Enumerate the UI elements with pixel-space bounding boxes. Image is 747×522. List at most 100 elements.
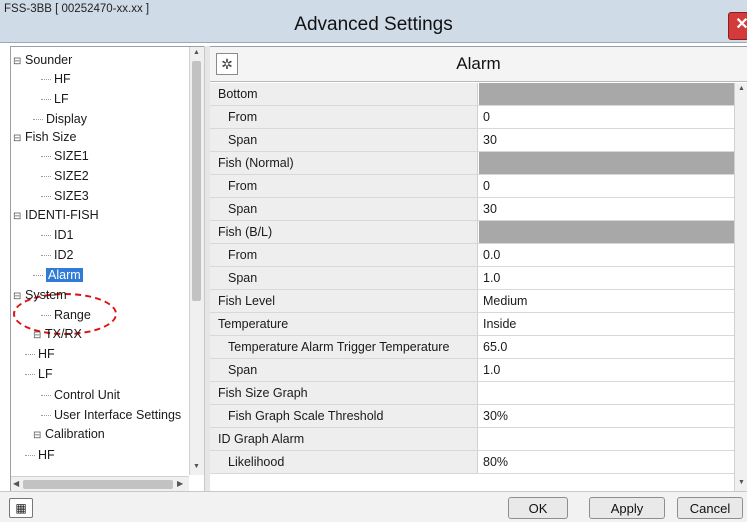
property-value[interactable]: 1.0	[479, 267, 747, 289]
property-value[interactable]: Medium	[479, 290, 747, 312]
tree-item[interactable]: ⊟ IDENTI-FISH	[13, 205, 99, 225]
tree-hscroll-thumb[interactable]	[23, 480, 173, 489]
property-row: Span 30	[210, 198, 747, 221]
property-value[interactable]: Inside	[479, 313, 747, 335]
property-label: Span	[210, 129, 478, 151]
property-label: Fish Size Graph	[210, 382, 478, 404]
settings-icon[interactable]: ✲	[216, 53, 238, 75]
property-value[interactable]: 30%	[479, 405, 747, 427]
tree-item-label: LF	[54, 92, 69, 106]
scroll-up-icon[interactable]: ▲	[193, 49, 200, 56]
property-value[interactable]: 80%	[479, 451, 747, 473]
cancel-button[interactable]: Cancel	[677, 497, 743, 519]
property-row: From 0	[210, 175, 747, 198]
tree-item-label: Sounder	[25, 53, 73, 67]
property-value[interactable]: 30	[479, 129, 747, 151]
tree-item-label: HF	[38, 347, 55, 361]
property-label: Fish (B/L)	[210, 221, 478, 243]
tree-item-label: Alarm	[46, 268, 83, 282]
tree-item[interactable]: HF	[25, 344, 55, 364]
tree-connector	[41, 79, 51, 81]
collapse-toggle-icon[interactable]: ⊟	[33, 426, 43, 446]
tree-item-label: System	[25, 288, 67, 302]
tree-item[interactable]: ⊟ TX/RX	[33, 324, 82, 344]
tree-item[interactable]: ⊟ Fish Size	[13, 127, 76, 147]
tree-item[interactable]: ⊟ Calibration	[33, 424, 105, 444]
tree-item-label: Calibration	[45, 427, 105, 441]
tree-item[interactable]: LF	[25, 364, 53, 384]
panel-scroll-up-icon[interactable]: ▲	[738, 85, 745, 92]
property-label: Span	[210, 267, 478, 289]
property-row: Span 1.0	[210, 359, 747, 382]
property-row: ID Graph Alarm	[210, 428, 747, 451]
tree-item[interactable]: ⊟ System	[13, 285, 67, 305]
property-row: Span 30	[210, 129, 747, 152]
property-label: Temperature	[210, 313, 478, 335]
collapse-toggle-icon[interactable]: ⊟	[13, 207, 23, 227]
tree-connector	[41, 315, 51, 317]
tree-vertical-scrollbar[interactable]: ▲ ▼	[189, 47, 204, 475]
tree-item-label: SIZE2	[54, 169, 89, 183]
close-button[interactable]: ✕	[728, 12, 747, 40]
property-label: Span	[210, 359, 478, 381]
property-panel: Alarm ✲ Bottom From 0 Span 30 Fish (Normal) Fr…	[210, 46, 747, 492]
property-label: ID Graph Alarm	[210, 428, 478, 450]
panel-scroll-down-icon[interactable]: ▼	[738, 479, 745, 486]
collapse-toggle-icon[interactable]: ⊟	[33, 326, 43, 346]
scroll-right-icon[interactable]: ▶	[177, 479, 183, 488]
apply-button[interactable]: Apply	[589, 497, 665, 519]
tree-item[interactable]: LF	[41, 89, 69, 109]
panel-vertical-scrollbar[interactable]: ▲ ▼	[734, 83, 747, 492]
property-value[interactable]: 0	[479, 175, 747, 197]
tree-item-label: Display	[46, 112, 87, 126]
tree-item[interactable]: SIZE3	[41, 186, 89, 206]
property-value	[479, 83, 747, 105]
tree-item[interactable]: ID2	[41, 245, 73, 265]
property-label: Bottom	[210, 83, 478, 105]
tree-connector	[41, 415, 51, 417]
collapse-toggle-icon[interactable]: ⊟	[13, 287, 23, 307]
tree-item[interactable]: Display	[33, 109, 87, 129]
property-value[interactable]: 65.0	[479, 336, 747, 358]
property-row: Fish Graph Scale Threshold 30%	[210, 405, 747, 428]
tree-item-label: IDENTI-FISH	[25, 208, 99, 222]
tree-connector	[41, 255, 51, 257]
tree-item-label: SIZE1	[54, 149, 89, 163]
tree-item[interactable]: HF	[41, 69, 71, 89]
title-bar: FSS-3BB [ 00252470-xx.xx ] Advanced Sett…	[0, 0, 747, 43]
property-row: Fish Level Medium	[210, 290, 747, 313]
window-title: Advanced Settings	[294, 14, 453, 35]
tree-horizontal-scrollbar[interactable]: ◀ ▶	[11, 476, 189, 492]
tree-item-label: Control Unit	[54, 388, 120, 402]
property-value[interactable]: 0.0	[479, 244, 747, 266]
tree-connector	[41, 196, 51, 198]
property-value	[479, 382, 747, 404]
scroll-down-icon[interactable]: ▼	[193, 463, 200, 470]
scroll-left-icon[interactable]: ◀	[13, 479, 19, 488]
collapse-toggle-icon[interactable]: ⊟	[13, 129, 23, 149]
tree-item[interactable]: HF	[25, 445, 55, 465]
tree-item[interactable]: Alarm	[33, 265, 83, 285]
tree-item[interactable]: SIZE1	[41, 146, 89, 166]
tree-item[interactable]: ID1	[41, 225, 73, 245]
tree-scroll-thumb[interactable]	[192, 61, 201, 301]
tree-item[interactable]: User Interface Settings	[41, 405, 181, 425]
panel-header: Alarm ✲	[210, 47, 747, 82]
tree-item[interactable]: Control Unit	[41, 385, 120, 405]
tree-item-label: HF	[54, 72, 71, 86]
tree-item-label: Fish Size	[25, 130, 77, 144]
collapse-toggle-icon[interactable]: ⊟	[13, 52, 23, 72]
tree-connector	[41, 235, 51, 237]
tree-item[interactable]: ⊟ Sounder	[13, 50, 72, 70]
property-value[interactable]: 0	[479, 106, 747, 128]
property-value[interactable]: 1.0	[479, 359, 747, 381]
tree-item-label: SIZE3	[54, 189, 89, 203]
keyboard-icon[interactable]: ▦	[9, 498, 33, 518]
tree-item[interactable]: SIZE2	[41, 166, 89, 186]
property-value[interactable]: 30	[479, 198, 747, 220]
property-label: From	[210, 244, 478, 266]
property-label: Temperature Alarm Trigger Temperature	[210, 336, 478, 358]
property-row: Fish (B/L)	[210, 221, 747, 244]
tree-item[interactable]: Range	[41, 305, 91, 325]
ok-button[interactable]: OK	[508, 497, 568, 519]
